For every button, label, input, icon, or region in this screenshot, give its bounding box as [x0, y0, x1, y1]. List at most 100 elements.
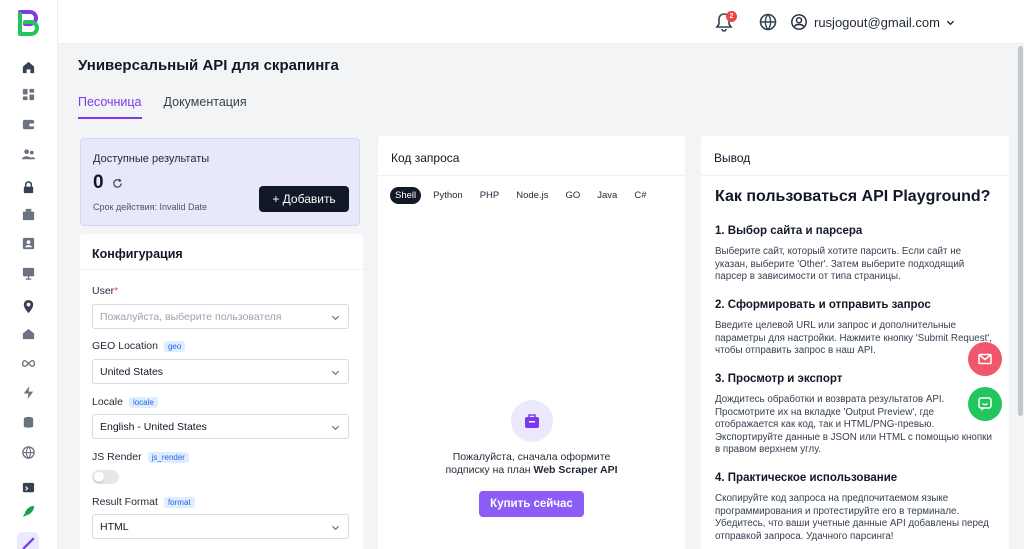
chevron-down-icon [331, 315, 340, 321]
location-pin-icon[interactable] [19, 297, 37, 315]
dashboard-icon[interactable] [19, 85, 37, 103]
js-render-toggle[interactable] [92, 470, 119, 484]
available-results-title: Доступные результаты [93, 153, 210, 165]
house-icon[interactable] [19, 324, 37, 342]
js-render-field-label: JS Render js_render [92, 451, 189, 463]
lightning-icon[interactable] [19, 383, 37, 401]
mail-fab-button[interactable] [968, 342, 1002, 376]
lang-tab-shell[interactable]: Shell [390, 187, 422, 204]
expiry-date: Срок действия: Invalid Date [93, 202, 208, 212]
user-select-placeholder: Пожалуйста, выберите пользователя [100, 310, 282, 323]
building-icon[interactable] [19, 205, 37, 223]
add-button[interactable]: + Добавить [259, 186, 349, 212]
lang-tab-go[interactable]: GO [560, 187, 585, 204]
divider [80, 269, 363, 270]
result-format-label-text: Result Format [92, 496, 158, 508]
api-playground-icon[interactable] [17, 532, 39, 549]
output-title: Вывод [714, 151, 751, 165]
chevron-down-icon [331, 370, 340, 376]
locale-chip: locale [128, 396, 158, 408]
user-avatar-icon [791, 14, 807, 30]
step-text: Дождитесь обработки и возврата результат… [715, 394, 992, 456]
subscription-message-line1: Пожалуйста, сначала оформите [452, 451, 611, 463]
step-text: Введите целевой URL или запрос и дополни… [715, 320, 992, 357]
results-count: 0 [93, 172, 104, 193]
mail-icon [978, 353, 992, 365]
page-tabs: Песочница Документация [78, 95, 247, 119]
presentation-icon[interactable] [19, 264, 37, 282]
sidebar [0, 0, 58, 549]
lock-icon[interactable] [19, 178, 37, 196]
chevron-down-icon [946, 20, 955, 25]
language-globe-icon[interactable] [758, 12, 778, 32]
lang-tab-csharp[interactable]: C# [629, 187, 651, 204]
tab-documentation[interactable]: Документация [164, 95, 247, 119]
user-menu[interactable]: rusjogout@gmail.com [790, 12, 955, 32]
globe-nav-icon[interactable] [19, 443, 37, 461]
chevron-down-icon [331, 425, 340, 431]
request-code-card: Код запроса Shell Python PHP Node.js GO … [378, 136, 685, 549]
subscription-message-prefix: подписку на план [445, 464, 534, 476]
step-text: Выберите сайт, который хотите парсить. Е… [715, 246, 965, 283]
briefcase-icon [511, 400, 553, 442]
geo-chip: geo [163, 340, 186, 352]
step-heading: 4. Практическое использование [715, 472, 898, 484]
configuration-title: Конфигурация [92, 247, 183, 261]
geo-field-label: GEO Location geo [92, 340, 186, 352]
wallet-icon[interactable] [19, 115, 37, 133]
step-heading: 2. Сформировать и отправить запрос [715, 299, 931, 311]
brand-logo[interactable] [16, 10, 40, 36]
result-format-select[interactable]: HTML [92, 514, 349, 539]
lang-tab-java[interactable]: Java [592, 187, 622, 204]
database-icon[interactable] [19, 413, 37, 431]
plan-name: Web Scraper API [533, 464, 618, 476]
geo-label-text: GEO Location [92, 340, 158, 352]
chevron-down-icon [331, 525, 340, 531]
chat-fab-button[interactable] [968, 387, 1002, 421]
available-results-card: Доступные результаты 0 Срок действия: In… [80, 138, 360, 226]
terminal-icon[interactable] [19, 478, 37, 496]
step-text: Скопируйте код запроса на предпочитаемом… [715, 493, 989, 542]
page-title: Универсальный API для скрапинга [78, 57, 339, 74]
subscription-message: Пожалуйста, сначала оформите подписку на… [378, 451, 685, 477]
notification-badge: 2 [726, 11, 737, 22]
step-heading: 1. Выбор сайта и парсера [715, 225, 863, 237]
scrollbar-thumb[interactable] [1018, 46, 1023, 416]
buy-now-button[interactable]: Купить сейчас [479, 491, 584, 517]
result-format-chip: format [163, 496, 195, 508]
locale-label-text: Locale [92, 396, 123, 408]
result-format-field-label: Result Format format [92, 496, 195, 508]
lang-tab-nodejs[interactable]: Node.js [511, 187, 553, 204]
user-field-label: User* [92, 285, 118, 297]
locale-select[interactable]: English - United States [92, 414, 349, 439]
output-card: Вывод Как пользоваться API Playground? 1… [701, 136, 1009, 549]
contact-card-icon[interactable] [19, 234, 37, 252]
geo-select-value: United States [100, 365, 164, 378]
user-select[interactable]: Пожалуйста, выберите пользователя [92, 304, 349, 329]
chat-icon [978, 397, 992, 411]
subscription-message-line2: подписку на план Web Scraper API [378, 464, 685, 477]
infinity-icon[interactable] [19, 354, 37, 372]
lang-tab-php[interactable]: PHP [475, 187, 505, 204]
divider [378, 175, 685, 176]
js-render-chip: js_render [147, 451, 189, 463]
users-icon[interactable] [19, 145, 37, 163]
user-label-text: User [92, 285, 115, 297]
locale-select-value: English - United States [100, 420, 207, 433]
js-render-label-text: JS Render [92, 451, 142, 463]
locale-field-label: Locale locale [92, 396, 158, 408]
tab-sandbox[interactable]: Песочница [78, 95, 142, 119]
language-tabs: Shell Python PHP Node.js GO Java C# [390, 187, 651, 204]
step-heading: 3. Просмотр и экспорт [715, 373, 843, 385]
refresh-icon[interactable] [112, 178, 123, 189]
result-format-value: HTML [100, 520, 129, 533]
request-code-title: Код запроса [391, 151, 460, 165]
required-marker: * [114, 285, 119, 297]
lang-tab-python[interactable]: Python [428, 187, 468, 204]
divider [701, 175, 1009, 176]
rocket-icon[interactable] [19, 502, 37, 520]
user-email: rusjogout@gmail.com [814, 14, 940, 30]
toggle-knob [94, 472, 104, 482]
geo-location-select[interactable]: United States [92, 359, 349, 384]
home-icon[interactable] [19, 58, 37, 76]
